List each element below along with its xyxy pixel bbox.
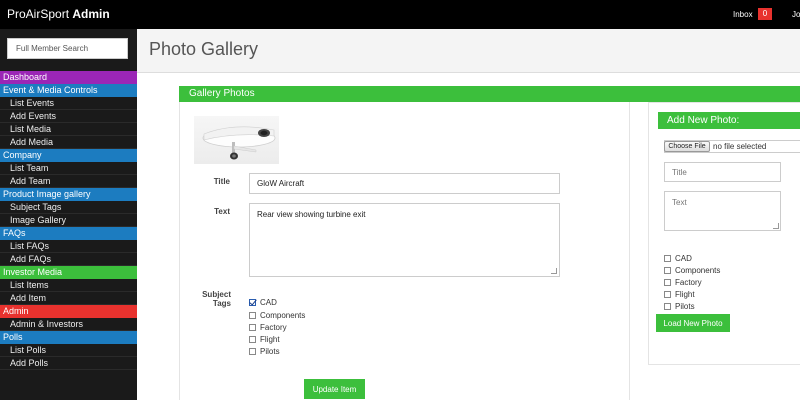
title-label: Title xyxy=(213,177,230,186)
tag-option-flight[interactable]: Flight xyxy=(249,335,280,345)
nav-item-add-team[interactable]: Add Team xyxy=(0,175,137,188)
tag-option-cad[interactable]: CAD xyxy=(249,298,277,308)
tag-label: Factory xyxy=(260,323,287,332)
file-status-text: no file selected xyxy=(713,142,767,151)
gallery-photo-thumbnail[interactable] xyxy=(194,116,279,164)
nav-item-add-polls[interactable]: Add Polls xyxy=(0,357,137,370)
nav-section-polls[interactable]: Polls xyxy=(0,331,137,344)
tag-label: CAD xyxy=(260,298,277,307)
jobs-link[interactable]: Jo xyxy=(792,10,800,19)
nav-item-list-events[interactable]: List Events xyxy=(0,97,137,110)
tag-label: CAD xyxy=(675,254,692,263)
nav-section-product-gallery[interactable]: Product Image gallery xyxy=(0,188,137,201)
checkbox-icon[interactable] xyxy=(249,312,256,319)
nav-item-admin-investors[interactable]: Admin & Investors xyxy=(0,318,137,331)
tag-option-components[interactable]: Components xyxy=(249,311,305,321)
aircraft-image xyxy=(202,126,276,160)
new-photo-text-textarea[interactable] xyxy=(664,191,781,231)
load-new-photo-button[interactable]: Load New Photo xyxy=(656,314,730,332)
member-search-input[interactable] xyxy=(7,38,128,59)
nav-item-add-faqs[interactable]: Add FAQs xyxy=(0,253,137,266)
new-tag-option-pilots[interactable]: Pilots xyxy=(664,302,695,312)
brand-suffix: Admin xyxy=(72,7,110,21)
sidebar-nav: Dashboard Event & Media Controls List Ev… xyxy=(0,71,137,370)
nav-item-list-faqs[interactable]: List FAQs xyxy=(0,240,137,253)
nav-section-event-media[interactable]: Event & Media Controls xyxy=(0,84,137,97)
tag-label: Components xyxy=(675,266,721,275)
tag-label: Factory xyxy=(675,278,702,287)
checkbox-icon[interactable] xyxy=(664,303,671,310)
new-photo-title-input[interactable] xyxy=(664,162,781,182)
nav-item-subject-tags[interactable]: Subject Tags xyxy=(0,201,137,214)
new-tag-option-cad[interactable]: CAD xyxy=(664,254,692,264)
checkbox-icon[interactable] xyxy=(249,348,256,355)
update-item-button[interactable]: Update Item xyxy=(304,379,365,399)
sidebar: Dashboard Event & Media Controls List Ev… xyxy=(0,29,137,400)
nav-item-add-item[interactable]: Add Item xyxy=(0,292,137,305)
subject-tags-label-line2: Tags xyxy=(212,299,231,308)
tag-label: Flight xyxy=(260,335,280,344)
nav-section-faqs[interactable]: FAQs xyxy=(0,227,137,240)
brand-name: ProAirSport xyxy=(7,7,70,21)
text-textarea[interactable]: Rear view showing turbine exit xyxy=(249,203,560,277)
top-bar: ProAirSport Admin Inbox 0 Jo xyxy=(0,0,800,29)
subject-tags-label-line1: Subject xyxy=(202,290,231,299)
tag-label: Pilots xyxy=(260,347,280,356)
nav-item-add-events[interactable]: Add Events xyxy=(0,110,137,123)
add-photo-header: Add New Photo: xyxy=(658,112,800,129)
nav-item-list-items[interactable]: List Items xyxy=(0,279,137,292)
checkbox-icon[interactable] xyxy=(664,291,671,298)
nav-item-list-team[interactable]: List Team xyxy=(0,162,137,175)
title-input[interactable] xyxy=(249,173,560,194)
nav-section-dashboard[interactable]: Dashboard xyxy=(0,71,137,84)
choose-file-button[interactable]: Choose File xyxy=(664,141,710,152)
nav-section-investor-media[interactable]: Investor Media xyxy=(0,266,137,279)
checkbox-icon[interactable] xyxy=(664,279,671,286)
textarea-resize-handle[interactable] xyxy=(551,268,557,274)
tag-label: Pilots xyxy=(675,302,695,311)
tag-label: Flight xyxy=(675,290,695,299)
tag-option-factory[interactable]: Factory xyxy=(249,323,287,333)
nav-item-image-gallery[interactable]: Image Gallery xyxy=(0,214,137,227)
new-tag-option-flight[interactable]: Flight xyxy=(664,290,695,300)
nav-section-company[interactable]: Company xyxy=(0,149,137,162)
checkbox-icon[interactable] xyxy=(664,267,671,274)
checkbox-icon[interactable] xyxy=(664,255,671,262)
brand-logo[interactable]: ProAirSport Admin xyxy=(7,7,110,21)
subject-tags-label: Subject Tags xyxy=(195,290,231,308)
inbox-count-badge: 0 xyxy=(758,8,772,20)
inbox-link[interactable]: Inbox xyxy=(733,10,753,19)
new-tag-option-components[interactable]: Components xyxy=(664,266,720,276)
nav-section-admin[interactable]: Admin xyxy=(0,305,137,318)
nav-item-list-media[interactable]: List Media xyxy=(0,123,137,136)
nav-item-list-polls[interactable]: List Polls xyxy=(0,344,137,357)
tag-option-pilots[interactable]: Pilots xyxy=(249,347,280,357)
checkbox-checked-icon[interactable] xyxy=(249,299,256,306)
new-tag-option-factory[interactable]: Factory xyxy=(664,278,702,288)
tag-label: Components xyxy=(260,311,306,320)
page-title: Photo Gallery xyxy=(149,39,259,59)
checkbox-icon[interactable] xyxy=(249,324,256,331)
textarea-resize-handle[interactable] xyxy=(773,223,779,229)
text-label: Text xyxy=(214,207,230,216)
gallery-photos-header: Gallery Photos xyxy=(179,86,800,102)
nav-item-add-media[interactable]: Add Media xyxy=(0,136,137,149)
checkbox-icon[interactable] xyxy=(249,336,256,343)
